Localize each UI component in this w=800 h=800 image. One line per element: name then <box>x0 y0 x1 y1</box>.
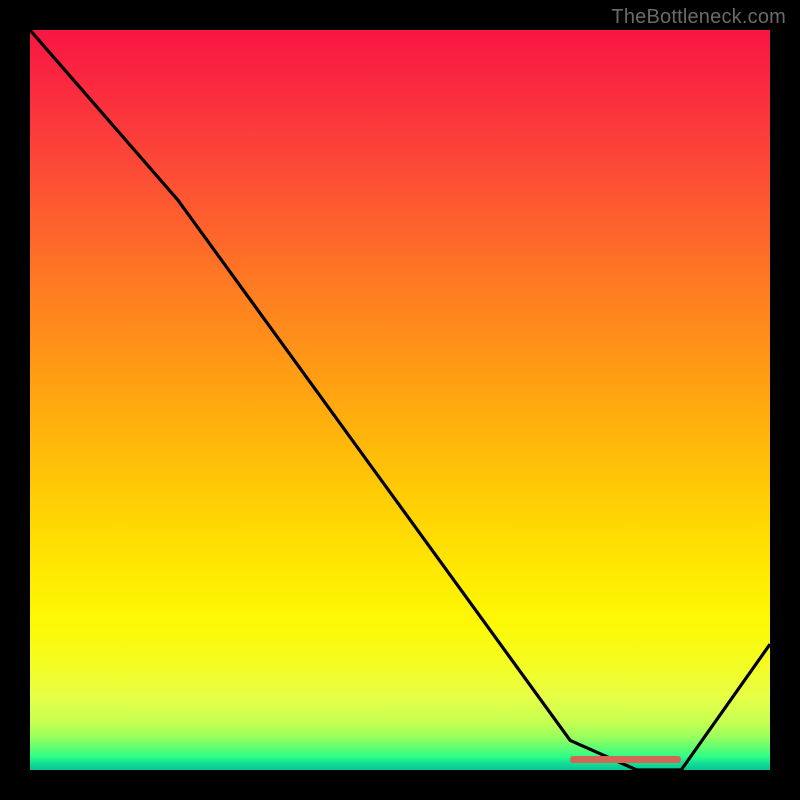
watermark-text: TheBottleneck.com <box>611 6 786 29</box>
chart-plot-area <box>30 30 770 770</box>
optimal-range-bar <box>570 756 681 763</box>
curve-path <box>30 30 770 770</box>
bottleneck-curve <box>30 30 770 770</box>
